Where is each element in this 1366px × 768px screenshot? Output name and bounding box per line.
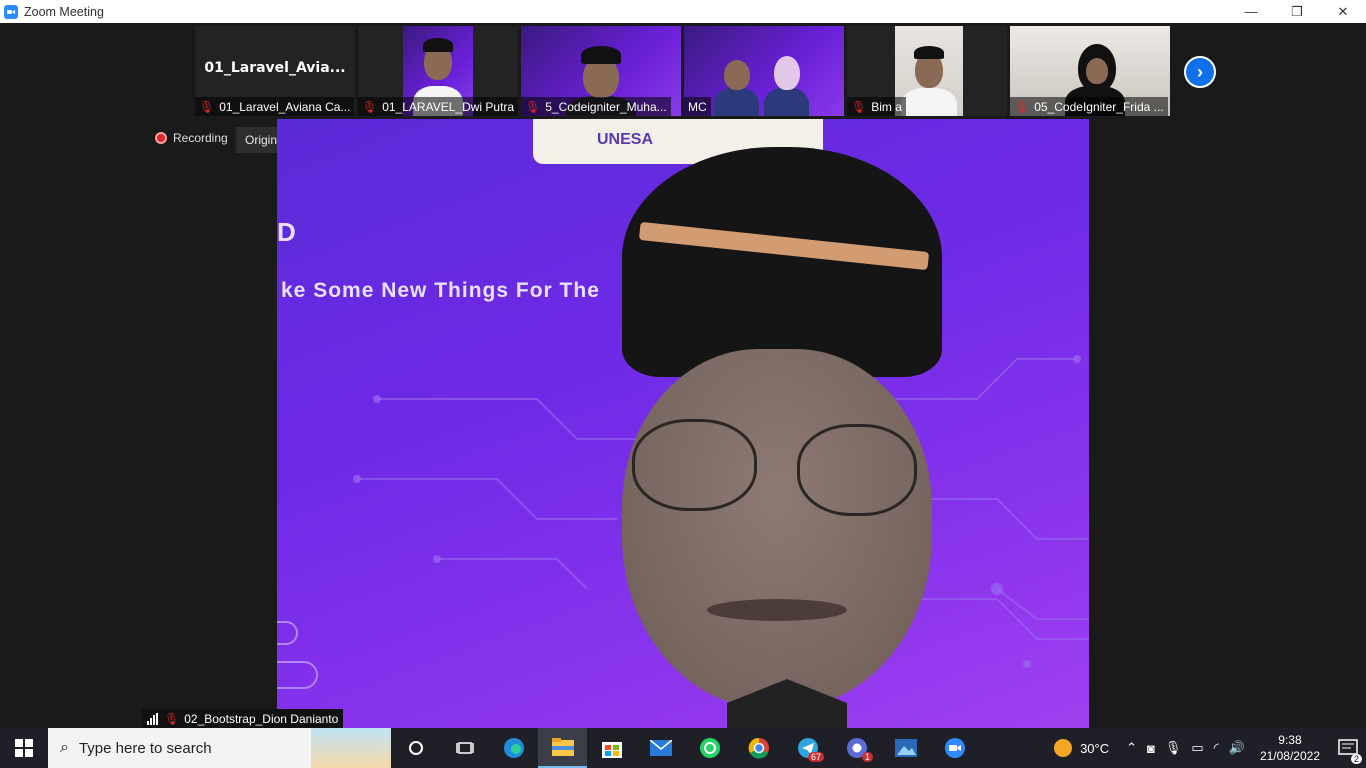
- event-slogan: ke Some New Things For The: [281, 279, 600, 302]
- recording-label: Recording: [173, 131, 228, 145]
- speaker-glasses: [632, 419, 757, 511]
- speaker-name: 02_Bootstrap_Dion Danianto: [184, 711, 339, 726]
- recording-indicator[interactable]: Recording: [155, 131, 228, 145]
- clock-date: 21/08/2022: [1259, 749, 1320, 763]
- window-title: Zoom Meeting: [24, 4, 104, 19]
- participant-tile[interactable]: 01_Laravel_Avia... 🎙 01_Laravel_Aviana C…: [195, 26, 355, 116]
- participant-name: 01_LARAVEL_Dwi Putra: [382, 99, 515, 114]
- speaker-face: [622, 349, 932, 709]
- close-button[interactable]: ✕: [1320, 0, 1366, 23]
- telegram-icon[interactable]: 67: [783, 728, 832, 768]
- participant-label: 🎙 Bim a: [847, 97, 906, 116]
- search-highlight-image: [311, 728, 391, 768]
- mic-muted-icon: 🎙: [525, 99, 541, 114]
- photos-icon[interactable]: [881, 728, 930, 768]
- task-view-icon[interactable]: [440, 728, 489, 768]
- participant-label: 🎙 01_LARAVEL_Dwi Putra: [358, 97, 518, 116]
- taskbar-search-box[interactable]: ⌕ Type here to search: [48, 728, 391, 768]
- active-speaker-label: 🎙 02_Bootstrap_Dion Danianto: [142, 709, 344, 728]
- camera-icon[interactable]: ◙: [1147, 741, 1155, 756]
- notification-center-icon[interactable]: 2: [1330, 728, 1366, 768]
- clock-time: 9:38: [1278, 733, 1302, 747]
- mic-muted-icon: 🎙: [1014, 99, 1030, 114]
- event-logo-text: D: [277, 217, 296, 247]
- speaker-glasses: [797, 424, 917, 516]
- microphone-icon[interactable]: 🎙: [1165, 740, 1182, 756]
- sun-icon: [1054, 739, 1073, 757]
- signal-bars-icon: [147, 712, 158, 725]
- telegram-badge: 67: [807, 752, 824, 762]
- mic-muted-icon: 🎙: [851, 99, 867, 114]
- participant-label: 🎙 01_Laravel_Aviana Ca...: [195, 97, 355, 116]
- mic-muted-icon: 🎙: [164, 711, 180, 726]
- recording-dot-icon: [155, 132, 167, 144]
- mic-muted-icon: 🎙: [362, 99, 378, 114]
- system-tray: 30°C ⌃ ◙ 🎙 ▭ ◜ 🔊 9:38 21/08/2022 2: [1054, 728, 1366, 768]
- restore-button[interactable]: ❐: [1274, 0, 1320, 23]
- participant-name: 5_Codeigniter_Muha...: [545, 99, 667, 114]
- speaker-mouth: [707, 599, 847, 621]
- participant-name-display: 01_Laravel_Avia...: [204, 60, 346, 76]
- participant-label: MC: [684, 97, 711, 116]
- whatsapp-icon[interactable]: [685, 728, 734, 768]
- file-explorer-icon[interactable]: [538, 728, 587, 768]
- zoom-app-icon: [4, 4, 18, 19]
- search-placeholder: Type here to search: [78, 739, 212, 757]
- banner-logo-text: UNESA: [597, 131, 654, 148]
- participant-name: 01_Laravel_Aviana Ca...: [219, 99, 351, 114]
- minimize-button[interactable]: —: [1228, 0, 1274, 23]
- zoom-icon[interactable]: [930, 728, 979, 768]
- battery-icon[interactable]: ▭: [1191, 740, 1203, 756]
- participant-name: 05_CodeIgniter_Frida ...: [1034, 99, 1164, 114]
- speaker-volume-icon[interactable]: 🔊: [1229, 740, 1245, 756]
- participant-tile[interactable]: 🎙 01_LARAVEL_Dwi Putra: [358, 26, 518, 116]
- chrome-profile-icon[interactable]: 1: [832, 728, 881, 768]
- wifi-icon[interactable]: ◜: [1214, 740, 1219, 756]
- chrome-profile-badge: 1: [861, 752, 873, 762]
- edge-browser-icon[interactable]: [489, 728, 538, 768]
- taskbar-clock[interactable]: 9:38 21/08/2022: [1260, 732, 1320, 764]
- participant-tile[interactable]: 🎙 Bim a: [847, 26, 1007, 116]
- chrome-icon[interactable]: [734, 728, 783, 768]
- next-page-arrow-icon[interactable]: ›: [1184, 56, 1216, 88]
- participant-name: Bim a: [871, 99, 902, 114]
- notification-count: 2: [1350, 754, 1362, 764]
- mic-muted-icon: 🎙: [199, 99, 215, 114]
- window-titlebar: Zoom Meeting — ❐ ✕: [0, 0, 1366, 23]
- participant-tile[interactable]: 🎙 5_Codeigniter_Muha...: [521, 26, 681, 116]
- participant-tile[interactable]: MC: [684, 26, 844, 116]
- active-speaker-video: UNESA D ke Some New Things For The: [277, 119, 1089, 728]
- cortana-icon[interactable]: [391, 728, 440, 768]
- meeting-area: 01_Laravel_Avia... 🎙 01_Laravel_Aviana C…: [0, 23, 1366, 728]
- participant-tile[interactable]: 🎙 05_CodeIgniter_Frida ...: [1010, 26, 1170, 116]
- temperature: 30°C: [1080, 740, 1110, 756]
- thumbnail-strip: 01_Laravel_Avia... 🎙 01_Laravel_Aviana C…: [195, 26, 1170, 116]
- windows-taskbar: ⌕ Type here to search 67 1 30°C ⌃ ◙ 🎙 ▭ …: [0, 728, 1366, 768]
- weather-widget[interactable]: 30°C: [1054, 739, 1109, 757]
- participant-name: MC: [688, 99, 707, 114]
- chevron-up-icon[interactable]: ⌃: [1126, 740, 1137, 756]
- mail-icon[interactable]: [636, 728, 685, 768]
- windows-start-icon[interactable]: [0, 728, 48, 768]
- participant-label: 🎙 05_CodeIgniter_Frida ...: [1010, 97, 1168, 116]
- participant-label: 🎙 5_Codeigniter_Muha...: [521, 97, 671, 116]
- microsoft-store-icon[interactable]: [587, 728, 636, 768]
- search-icon: ⌕: [60, 739, 69, 756]
